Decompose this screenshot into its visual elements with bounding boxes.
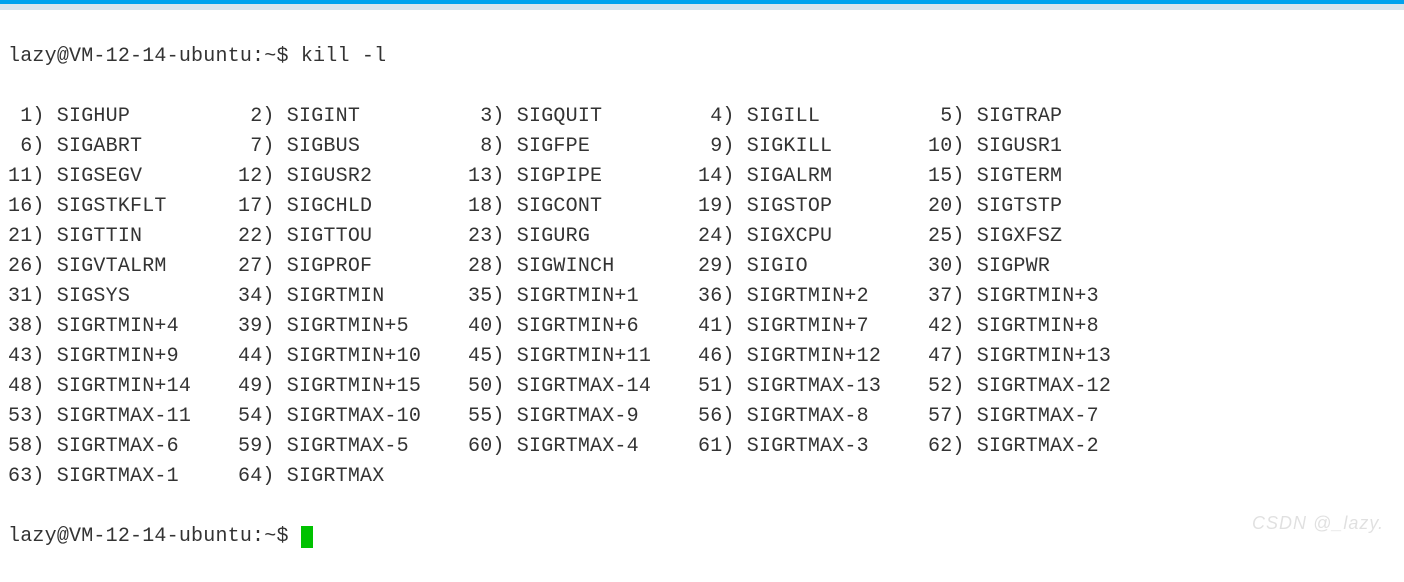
signal-entry: 12) SIGUSR2 — [238, 162, 468, 192]
signal-entry: 1) SIGHUP — [8, 102, 238, 132]
signal-entry: 45) SIGRTMIN+11 — [468, 342, 698, 372]
signal-entry: 63) SIGRTMAX-1 — [8, 462, 238, 492]
signal-entry: 27) SIGPROF — [238, 252, 468, 282]
signal-entry: 14) SIGALRM — [698, 162, 928, 192]
signal-entry: 18) SIGCONT — [468, 192, 698, 222]
signal-entry: 9) SIGKILL — [698, 132, 928, 162]
signal-row: 26) SIGVTALRM27) SIGPROF28) SIGWINCH29) … — [8, 252, 1396, 282]
signal-row: 11) SIGSEGV12) SIGUSR213) SIGPIPE14) SIG… — [8, 162, 1396, 192]
signal-entry: 41) SIGRTMIN+7 — [698, 312, 928, 342]
prompt-line[interactable]: lazy@VM-12-14-ubuntu:~$ — [8, 522, 1396, 552]
signal-entry: 55) SIGRTMAX-9 — [468, 402, 698, 432]
signal-row: 16) SIGSTKFLT17) SIGCHLD18) SIGCONT19) S… — [8, 192, 1396, 222]
prompt-symbol: $ — [276, 525, 288, 548]
signal-entry: 5) SIGTRAP — [928, 102, 1158, 132]
signal-entry: 29) SIGIO — [698, 252, 928, 282]
prompt-symbol: $ — [276, 45, 288, 68]
signal-entry: 48) SIGRTMIN+14 — [8, 372, 238, 402]
signal-row: 43) SIGRTMIN+944) SIGRTMIN+1045) SIGRTMI… — [8, 342, 1396, 372]
prompt-user: lazy — [8, 45, 57, 68]
signal-output: 1) SIGHUP 2) SIGINT 3) SIGQUIT 4) SIGILL… — [8, 102, 1396, 492]
signal-entry: 47) SIGRTMIN+13 — [928, 342, 1158, 372]
signal-entry: 38) SIGRTMIN+4 — [8, 312, 238, 342]
signal-entry: 61) SIGRTMAX-3 — [698, 432, 928, 462]
signal-entry: 37) SIGRTMIN+3 — [928, 282, 1158, 312]
prompt-path: ~ — [264, 45, 276, 68]
signal-entry: 50) SIGRTMAX-14 — [468, 372, 698, 402]
signal-row: 21) SIGTTIN22) SIGTTOU23) SIGURG24) SIGX… — [8, 222, 1396, 252]
signal-entry: 13) SIGPIPE — [468, 162, 698, 192]
signal-entry: 16) SIGSTKFLT — [8, 192, 238, 222]
command-text: kill -l — [301, 45, 386, 68]
signal-row: 38) SIGRTMIN+439) SIGRTMIN+540) SIGRTMIN… — [8, 312, 1396, 342]
signal-entry: 22) SIGTTOU — [238, 222, 468, 252]
signal-row: 31) SIGSYS34) SIGRTMIN35) SIGRTMIN+136) … — [8, 282, 1396, 312]
signal-entry: 11) SIGSEGV — [8, 162, 238, 192]
signal-entry: 23) SIGURG — [468, 222, 698, 252]
terminal-cursor — [301, 526, 313, 548]
signal-entry: 24) SIGXCPU — [698, 222, 928, 252]
signal-entry: 35) SIGRTMIN+1 — [468, 282, 698, 312]
signal-entry: 40) SIGRTMIN+6 — [468, 312, 698, 342]
signal-entry: 43) SIGRTMIN+9 — [8, 342, 238, 372]
signal-entry: 28) SIGWINCH — [468, 252, 698, 282]
signal-entry: 21) SIGTTIN — [8, 222, 238, 252]
signal-row: 58) SIGRTMAX-659) SIGRTMAX-560) SIGRTMAX… — [8, 432, 1396, 462]
signal-entry: 2) SIGINT — [238, 102, 468, 132]
prompt-user: lazy — [8, 525, 57, 548]
signal-entry: 20) SIGTSTP — [928, 192, 1158, 222]
signal-entry: 56) SIGRTMAX-8 — [698, 402, 928, 432]
signal-entry: 19) SIGSTOP — [698, 192, 928, 222]
signal-entry: 31) SIGSYS — [8, 282, 238, 312]
signal-row: 1) SIGHUP 2) SIGINT 3) SIGQUIT 4) SIGILL… — [8, 102, 1396, 132]
signal-entry: 51) SIGRTMAX-13 — [698, 372, 928, 402]
command-line: lazy@VM-12-14-ubuntu:~$ kill -l — [8, 42, 1396, 72]
signal-row: 53) SIGRTMAX-1154) SIGRTMAX-1055) SIGRTM… — [8, 402, 1396, 432]
signal-row: 6) SIGABRT 7) SIGBUS 8) SIGFPE 9) SIGKIL… — [8, 132, 1396, 162]
signal-entry: 25) SIGXFSZ — [928, 222, 1158, 252]
signal-entry: 49) SIGRTMIN+15 — [238, 372, 468, 402]
signal-entry: 6) SIGABRT — [8, 132, 238, 162]
signal-entry: 52) SIGRTMAX-12 — [928, 372, 1158, 402]
signal-entry: 54) SIGRTMAX-10 — [238, 402, 468, 432]
signal-entry: 46) SIGRTMIN+12 — [698, 342, 928, 372]
signal-entry: 10) SIGUSR1 — [928, 132, 1158, 162]
signal-entry: 34) SIGRTMIN — [238, 282, 468, 312]
signal-row: 48) SIGRTMIN+1449) SIGRTMIN+1550) SIGRTM… — [8, 372, 1396, 402]
signal-entry: 44) SIGRTMIN+10 — [238, 342, 468, 372]
signal-entry: 8) SIGFPE — [468, 132, 698, 162]
signal-entry: 30) SIGPWR — [928, 252, 1158, 282]
signal-entry: 59) SIGRTMAX-5 — [238, 432, 468, 462]
signal-entry: 39) SIGRTMIN+5 — [238, 312, 468, 342]
signal-entry: 60) SIGRTMAX-4 — [468, 432, 698, 462]
signal-entry: 17) SIGCHLD — [238, 192, 468, 222]
signal-entry: 62) SIGRTMAX-2 — [928, 432, 1158, 462]
signal-entry: 53) SIGRTMAX-11 — [8, 402, 238, 432]
prompt-path: ~ — [264, 525, 276, 548]
signal-entry: 15) SIGTERM — [928, 162, 1158, 192]
signal-entry: 36) SIGRTMIN+2 — [698, 282, 928, 312]
signal-entry: 7) SIGBUS — [238, 132, 468, 162]
signal-row: 63) SIGRTMAX-164) SIGRTMAX — [8, 462, 1396, 492]
signal-entry: 64) SIGRTMAX — [238, 462, 468, 492]
signal-entry: 26) SIGVTALRM — [8, 252, 238, 282]
signal-entry: 4) SIGILL — [698, 102, 928, 132]
signal-entry: 42) SIGRTMIN+8 — [928, 312, 1158, 342]
prompt-host: VM-12-14-ubuntu — [69, 45, 252, 68]
prompt-host: VM-12-14-ubuntu — [69, 525, 252, 548]
terminal-area[interactable]: lazy@VM-12-14-ubuntu:~$ kill -l 1) SIGHU… — [0, 10, 1404, 582]
signal-entry: 3) SIGQUIT — [468, 102, 698, 132]
signal-entry: 57) SIGRTMAX-7 — [928, 402, 1158, 432]
signal-entry: 58) SIGRTMAX-6 — [8, 432, 238, 462]
